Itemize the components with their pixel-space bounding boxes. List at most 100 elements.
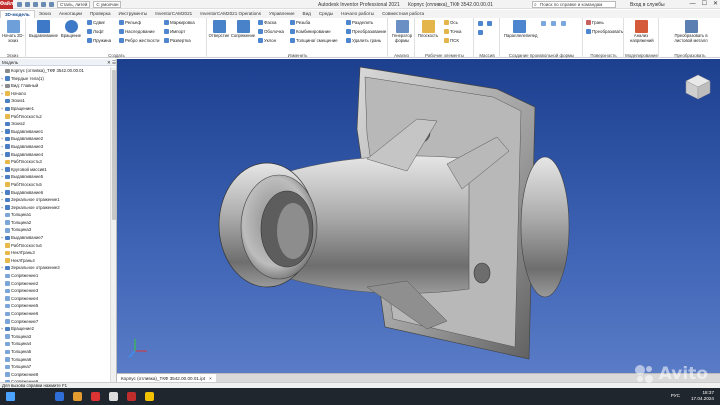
tree-node[interactable]: + Зеркальное отражение2 <box>0 204 110 212</box>
surface-transform-button[interactable]: Преобразовать <box>586 29 623 34</box>
ribbon-tab[interactable]: Совместная работа <box>378 10 428 18</box>
sweep-button[interactable]: Сдвиг <box>87 20 105 25</box>
expand-toggle-icon[interactable]: + <box>0 189 4 197</box>
tree-node[interactable]: + Выдавливание1 <box>0 128 110 136</box>
tree-node[interactable]: Сопряжение6 <box>0 310 110 318</box>
tree-node[interactable]: Сопряжение7 <box>0 318 110 326</box>
tree-node[interactable]: Толщина3 <box>0 333 110 341</box>
tree-node[interactable]: Толщина6 <box>0 356 110 364</box>
freeform-cylinder-button[interactable] <box>551 21 556 26</box>
stress-analysis-button[interactable]: Анализ напряжений <box>630 20 654 44</box>
tree-node[interactable]: + Зеркальное отражение3 <box>0 264 110 272</box>
sign-in-link[interactable]: Вход в службы <box>630 2 665 8</box>
chamfer-button[interactable]: Фаска <box>258 20 276 25</box>
tree-node[interactable]: Толщина1 <box>0 211 110 219</box>
save-icon[interactable] <box>33 1 38 7</box>
revolve-button[interactable]: Вращение <box>59 20 83 39</box>
expand-toggle-icon[interactable]: + <box>0 128 4 136</box>
loft-button[interactable]: Лофт <box>87 29 104 34</box>
tree-node[interactable]: + Твердые тела(1) <box>0 75 110 83</box>
tree-node[interactable]: Эскиз2 <box>0 120 110 128</box>
plane-button[interactable]: Плоскость <box>417 20 439 39</box>
tree-node[interactable]: Сопряжение5 <box>0 302 110 310</box>
app-icon[interactable] <box>109 392 118 401</box>
axis-button[interactable]: Ось <box>444 20 458 25</box>
tree-node[interactable]: + Начало <box>0 90 110 98</box>
tree-node[interactable]: РабПлоскость6 <box>0 242 110 250</box>
tree-node[interactable]: + Выдавливание2 <box>0 135 110 143</box>
tree-node[interactable]: Толщина3 <box>0 226 110 234</box>
decal-button[interactable]: Маркировка <box>164 20 195 25</box>
derive-button[interactable]: Наследование <box>119 29 155 34</box>
expand-toggle-icon[interactable]: + <box>0 105 4 113</box>
hole-button[interactable]: Отверстие <box>208 20 230 39</box>
tree-node[interactable]: Эскиз1 <box>0 97 110 105</box>
tree-node[interactable]: + Выдавливание4 <box>0 151 110 159</box>
tree-node[interactable]: РабПлоскость5 <box>0 181 110 189</box>
split-button[interactable]: Разделить <box>346 20 373 25</box>
ribbon-tab[interactable]: Управление <box>265 10 299 18</box>
edge-icon[interactable] <box>55 392 64 401</box>
shell-button[interactable]: Оболочка <box>258 29 284 34</box>
ribbon-tab[interactable]: Проверка <box>86 10 115 18</box>
tree-node[interactable]: Толщина7 <box>0 363 110 371</box>
freeform-box-button[interactable]: Параллелепипед <box>504 20 537 39</box>
tree-node[interactable]: + Выдавливание6 <box>0 189 110 197</box>
unwrap-button[interactable]: Развертка <box>164 38 191 43</box>
tree-node[interactable]: Сопряжение4 <box>0 295 110 303</box>
convert-sheetmetal-button[interactable]: Преобразовать в листовой металл <box>674 20 708 44</box>
combine-button[interactable]: Комбинирование <box>290 29 331 34</box>
expand-toggle-icon[interactable]: + <box>0 151 4 159</box>
expand-toggle-icon[interactable]: + <box>0 196 4 204</box>
tree-node[interactable]: + Выдавливание3 <box>0 143 110 151</box>
opera-icon[interactable] <box>91 392 100 401</box>
expand-toggle-icon[interactable]: + <box>0 75 4 83</box>
ribbon-tab[interactable]: Начало работы <box>337 10 378 18</box>
ribbon-tab[interactable]: Вид <box>299 10 315 18</box>
graphics-viewport[interactable] <box>117 59 720 373</box>
tree-node[interactable]: Толщина4 <box>0 340 110 348</box>
tree-node[interactable]: Сопряжение8 <box>0 371 110 379</box>
expand-toggle-icon[interactable]: + <box>0 90 4 98</box>
tree-node[interactable]: Корпус (отливка)_ТКФ 3542.00.00.01 <box>0 67 110 75</box>
expand-toggle-icon[interactable]: + <box>0 143 4 151</box>
yandex-icon[interactable] <box>145 392 154 401</box>
expand-toggle-icon[interactable]: + <box>0 264 4 272</box>
language-indicator[interactable]: РУС <box>671 393 680 398</box>
face-button[interactable]: Грань <box>586 20 604 25</box>
coil-button[interactable]: Пружина <box>87 38 111 43</box>
tree-node[interactable]: НеклГрань4 <box>0 257 110 265</box>
part-model[interactable] <box>117 59 720 373</box>
tree-node[interactable]: + Зеркальное отражение1 <box>0 196 110 204</box>
ucs-button[interactable]: ПСК <box>444 38 459 43</box>
help-search-input[interactable]: ⌕ Поиск по справке и командам <box>532 1 616 8</box>
start-2d-sketch-button[interactable]: Начать 2D-эскиз <box>2 20 24 44</box>
ribbon-tab[interactable]: 3D-модель <box>0 10 35 18</box>
appearance-dropdown[interactable]: С умолчан <box>93 0 122 8</box>
rect-pattern-button[interactable] <box>478 21 483 26</box>
shape-generator-button[interactable]: Генератор формы <box>390 20 414 44</box>
inventor-icon[interactable] <box>127 392 136 401</box>
tree-node[interactable]: + Выдавливание7 <box>0 234 110 242</box>
file-menu-button[interactable]: Файл <box>0 0 13 9</box>
circ-pattern-button[interactable] <box>487 21 492 26</box>
ribbon-tab[interactable]: Инструменты <box>115 10 152 18</box>
tree-node[interactable]: НеклГрань3 <box>0 249 110 257</box>
point-button[interactable]: Точка <box>444 29 461 34</box>
tree-node[interactable]: + Вращение1 <box>0 105 110 113</box>
direct-edit-button[interactable]: Преобразование <box>346 29 386 34</box>
browser-scrollbar[interactable] <box>110 67 116 382</box>
tree-node[interactable]: Толщина2 <box>0 219 110 227</box>
minimize-button[interactable]: — <box>690 0 696 9</box>
new-icon[interactable] <box>17 1 22 7</box>
expand-toggle-icon[interactable]: + <box>0 166 4 174</box>
rib-button[interactable]: Ребро жесткости <box>119 38 159 43</box>
tree-node[interactable]: РабПлоскость3 <box>0 158 110 166</box>
maximize-button[interactable]: ☐ <box>702 0 707 9</box>
emboss-button[interactable]: Рельеф <box>119 20 141 25</box>
ribbon-tab[interactable]: Эскиз <box>35 10 55 18</box>
ribbon-tab[interactable]: Аннотации <box>55 10 86 18</box>
expand-toggle-icon[interactable]: + <box>0 173 4 181</box>
redo-icon[interactable] <box>49 1 54 7</box>
freeform-torus-button[interactable] <box>561 21 566 26</box>
